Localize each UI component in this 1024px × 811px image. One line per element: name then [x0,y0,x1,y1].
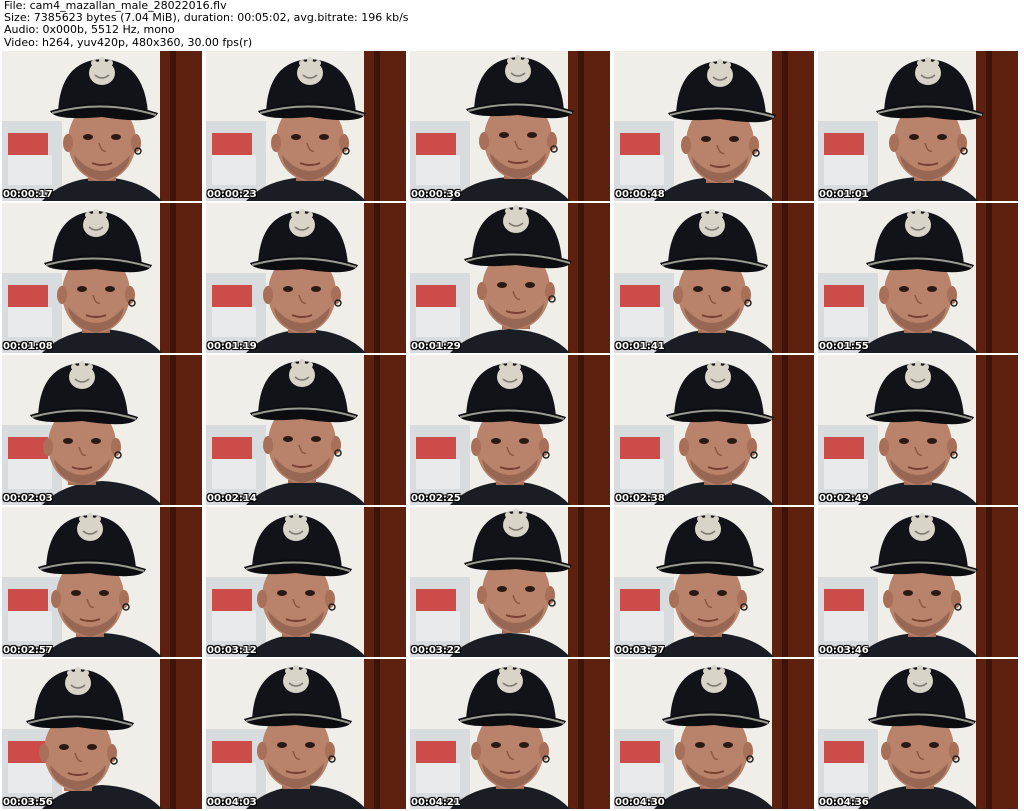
video-thumbnail-3: 00:00:36 [410,51,610,201]
audio-info-line: Audio: 0x000b, 5512 Hz, mono [4,23,175,37]
thumbnail-timestamp: 00:04:03 [207,797,257,808]
video-thumbnail-1: 00:00:17 [2,51,202,201]
video-thumbnail-6: 00:01:08 [2,203,202,353]
thumbnail-grid: 00:00:17 00:00:23 00:00:36 00:00:48 00:0… [2,51,1022,809]
video-thumbnail-21: 00:03:56 [2,659,202,809]
video-frame-image [410,355,610,505]
video-frame-image [2,507,202,657]
video-thumbnail-9: 00:01:41 [614,203,814,353]
thumbnail-timestamp: 00:03:46 [819,645,869,656]
video-thumbnail-20: 00:03:46 [818,507,1018,657]
video-frame-image [614,355,814,505]
video-frame-image [410,659,610,809]
video-thumbnail-19: 00:03:37 [614,507,814,657]
thumbnail-timestamp: 00:02:49 [819,493,869,504]
video-thumbnail-17: 00:03:12 [206,507,406,657]
video-thumbnail-13: 00:02:25 [410,355,610,505]
video-info-line: Video: h264, yuv420p, 480x360, 30.00 fps… [4,35,253,49]
video-thumbnail-7: 00:01:19 [206,203,406,353]
video-frame-image [818,507,1018,657]
video-frame-image [410,507,610,657]
video-frame-image [206,659,406,809]
thumbnail-timestamp: 00:00:48 [615,189,665,200]
thumbnail-timestamp: 00:04:30 [615,797,665,808]
video-frame-image [206,203,406,353]
thumbnail-timestamp: 00:02:03 [3,493,53,504]
thumbnail-timestamp: 00:02:14 [207,493,257,504]
thumbnail-timestamp: 00:01:19 [207,341,257,352]
thumbnail-timestamp: 00:01:41 [615,341,665,352]
video-frame-image [2,51,202,201]
thumbnail-timestamp: 00:00:23 [207,189,257,200]
thumbnail-timestamp: 00:03:56 [3,797,53,808]
video-frame-image [206,51,406,201]
video-thumbnail-15: 00:02:49 [818,355,1018,505]
video-frame-image [2,355,202,505]
video-thumbnail-5: 00:01:01 [818,51,1018,201]
video-thumbnail-4: 00:00:48 [614,51,814,201]
video-thumbnail-8: 00:01:29 [410,203,610,353]
video-thumbnail-14: 00:02:38 [614,355,814,505]
video-thumbnail-2: 00:00:23 [206,51,406,201]
video-frame-image [410,51,610,201]
video-thumbnail-18: 00:03:22 [410,507,610,657]
thumbnail-timestamp: 00:03:37 [615,645,665,656]
thumbnail-timestamp: 00:01:55 [819,341,869,352]
video-frame-image [2,659,202,809]
thumbnail-timestamp: 00:01:01 [819,189,869,200]
video-frame-image [206,355,406,505]
thumbnail-timestamp: 00:03:22 [411,645,461,656]
video-frame-image [818,51,1018,201]
thumbnail-timestamp: 00:04:36 [819,797,869,808]
video-thumbnail-23: 00:04:21 [410,659,610,809]
thumbnail-timestamp: 00:01:29 [411,341,461,352]
video-thumbnail-25: 00:04:36 [818,659,1018,809]
thumbnail-timestamp: 00:01:08 [3,341,53,352]
video-frame-image [614,203,814,353]
video-frame-image [818,203,1018,353]
thumbnail-timestamp: 00:03:12 [207,645,257,656]
video-frame-image [818,355,1018,505]
thumbnail-timestamp: 00:02:25 [411,493,461,504]
thumbnail-timestamp: 00:00:17 [3,189,53,200]
video-thumbnail-11: 00:02:03 [2,355,202,505]
video-thumbnail-12: 00:02:14 [206,355,406,505]
thumbnail-timestamp: 00:00:36 [411,189,461,200]
video-frame-image [410,203,610,353]
video-frame-image [614,51,814,201]
video-thumbnail-22: 00:04:03 [206,659,406,809]
video-frame-image [614,507,814,657]
video-thumbnail-10: 00:01:55 [818,203,1018,353]
thumbnail-timestamp: 00:02:57 [3,645,53,656]
video-frame-image [2,203,202,353]
video-frame-image [614,659,814,809]
video-frame-image [206,507,406,657]
thumbnail-timestamp: 00:04:21 [411,797,461,808]
file-info-header: File: cam4_mazallan_male_28022016.flv Si… [4,0,1020,50]
video-thumbnail-16: 00:02:57 [2,507,202,657]
thumbnail-timestamp: 00:02:38 [615,493,665,504]
video-frame-image [818,659,1018,809]
video-thumbnail-24: 00:04:30 [614,659,814,809]
